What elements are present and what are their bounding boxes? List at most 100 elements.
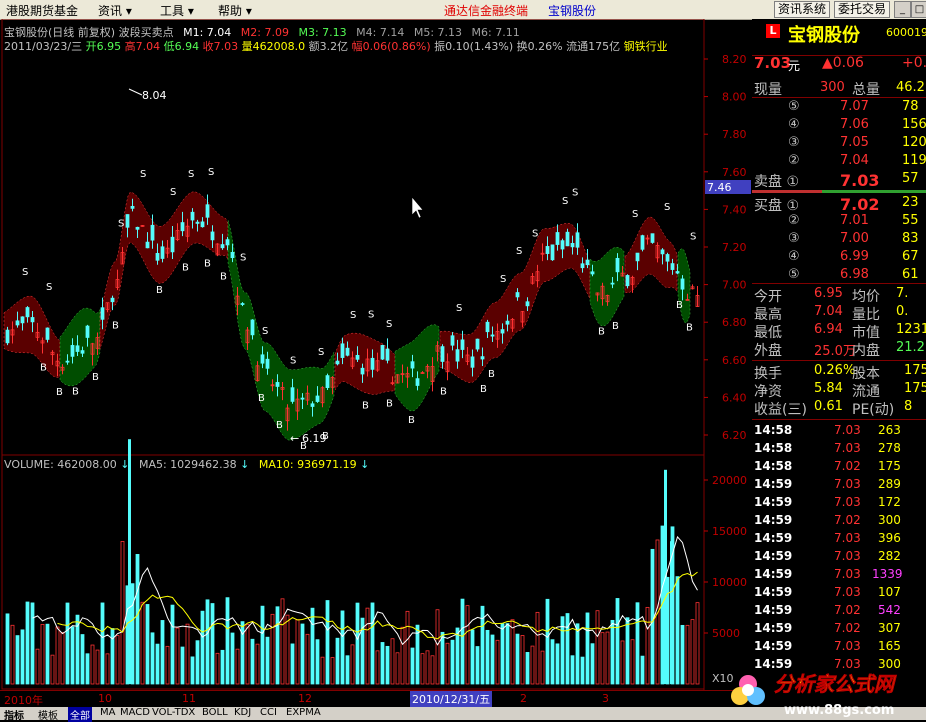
volume-bar [460, 598, 465, 685]
tab-cci[interactable]: CCI [260, 707, 277, 718]
date-label: 2 [520, 692, 527, 705]
volume-bar [530, 645, 535, 685]
volume-bar [90, 644, 95, 685]
sell-mark: S [456, 303, 462, 314]
menu-item-news[interactable]: 资讯 ▾ [98, 2, 132, 19]
volume-bar [50, 654, 55, 685]
current-price-label: 7.46 [707, 181, 732, 194]
stat-label: 最高 [754, 307, 782, 323]
volume-bar [350, 644, 355, 685]
bid-volume: 55 [902, 213, 919, 228]
volume-bar [335, 637, 340, 685]
volume-bar [690, 619, 695, 685]
date-label: 10 [98, 692, 112, 705]
kline-chart[interactable]: SSSSSS SSSSSS SSSSSSSSSSSBB BBBBB BBBBBBB BBB… [0, 19, 752, 690]
tick-time: 14:59 [754, 585, 793, 599]
down-arrow-icon: ↓ [240, 458, 250, 471]
sell-mark: S [208, 167, 214, 178]
volume-bar [40, 623, 45, 685]
candle-body [160, 246, 165, 259]
stat-value: 6.95 [814, 286, 843, 301]
stat-value: 7. [896, 286, 909, 301]
candle-body [650, 233, 655, 243]
volume-bar [280, 598, 285, 685]
volume-bars [5, 439, 700, 685]
volume-bar [540, 650, 545, 685]
tab-expma[interactable]: EXPMA [286, 707, 321, 718]
volume-bar [320, 656, 325, 685]
minimize-icon[interactable]: _ [894, 1, 911, 18]
volume-bar [70, 626, 75, 685]
volume-bar [470, 629, 475, 685]
volume-bar [405, 610, 410, 685]
menu-item-tools[interactable]: 工具 ▾ [160, 2, 194, 19]
candle-body [275, 382, 280, 387]
volume-bar [290, 643, 295, 685]
tab-vol-tdx[interactable]: VOL-TDX [152, 707, 195, 718]
volume-bar [105, 653, 110, 685]
tab-kdj[interactable]: KDJ [234, 707, 251, 718]
bid-level-label: ⑤ [788, 267, 800, 282]
candle-body [325, 375, 330, 388]
volume-bar [670, 541, 673, 684]
volume-bar [610, 619, 615, 685]
tab-ma[interactable]: MA [100, 707, 115, 718]
ask-price: 7.06 [840, 117, 869, 132]
volume-bar [65, 602, 70, 685]
volume-bar [585, 612, 590, 685]
stat-label: 今开 [754, 289, 782, 305]
candle-body [225, 239, 230, 246]
volume-bar [175, 627, 180, 685]
volume-tick-label: 15000 [712, 525, 747, 538]
tab-macd[interactable]: MACD [120, 707, 150, 718]
volume-bar [605, 631, 610, 685]
tick-volume: 396 [878, 531, 901, 545]
tick-volume: 107 [878, 585, 901, 599]
volume-bar [685, 624, 690, 685]
tick-price: 7.03 [834, 585, 861, 599]
candle-body [675, 271, 680, 274]
volume-bar [630, 639, 635, 685]
volume-bar [510, 619, 515, 685]
candle-body [410, 361, 415, 369]
stat-label: 净资 [754, 384, 782, 400]
divider [752, 419, 926, 420]
tick-price: 7.02 [834, 459, 861, 473]
volume-bar [435, 609, 440, 685]
bid-volume: 61 [902, 267, 919, 282]
candle-body [615, 257, 620, 273]
volume-bar [300, 623, 305, 685]
maximize-icon[interactable]: □ [911, 1, 926, 18]
tick-volume: 300 [878, 513, 901, 527]
tab-boll[interactable]: BOLL [202, 707, 228, 718]
tick-price: 7.02 [834, 603, 861, 617]
app-title: 通达信金融终端 [444, 4, 529, 18]
candle-body [125, 214, 130, 228]
volume-bar [545, 598, 550, 685]
volume-bar [495, 639, 500, 685]
tick-time: 14:58 [754, 423, 793, 437]
volume-header: VOLUME: 462008.00 ↓ MA5: 1029462.38 ↓ MA… [4, 458, 369, 471]
trade-button[interactable]: 委托交易 [834, 1, 891, 18]
volume-bar [525, 652, 530, 685]
menu-item-help[interactable]: 帮助 ▾ [218, 2, 252, 19]
total-volume-label: 总量 [852, 82, 880, 98]
info-system-button[interactable]: 资讯系统 [774, 1, 831, 18]
volume-bar [570, 655, 575, 685]
date-label: 3 [602, 692, 609, 705]
volume-bar [450, 639, 455, 685]
low-annotation-arrow: ← [290, 432, 299, 445]
volume-bar [95, 649, 100, 685]
book-divider-green [822, 190, 926, 193]
volume-bar [220, 649, 225, 685]
bid-volume: 83 [902, 231, 919, 246]
volume-bar [475, 646, 480, 685]
candle-body [515, 292, 520, 298]
volume-bar [270, 613, 275, 685]
volume-bar [35, 648, 40, 685]
candle-body [210, 231, 215, 241]
menu-item-market[interactable]: 港股期货基金 [6, 2, 78, 19]
stat-label: 最低 [754, 325, 782, 341]
ask-volume: 120 [902, 135, 926, 150]
volume-bar [315, 639, 320, 685]
